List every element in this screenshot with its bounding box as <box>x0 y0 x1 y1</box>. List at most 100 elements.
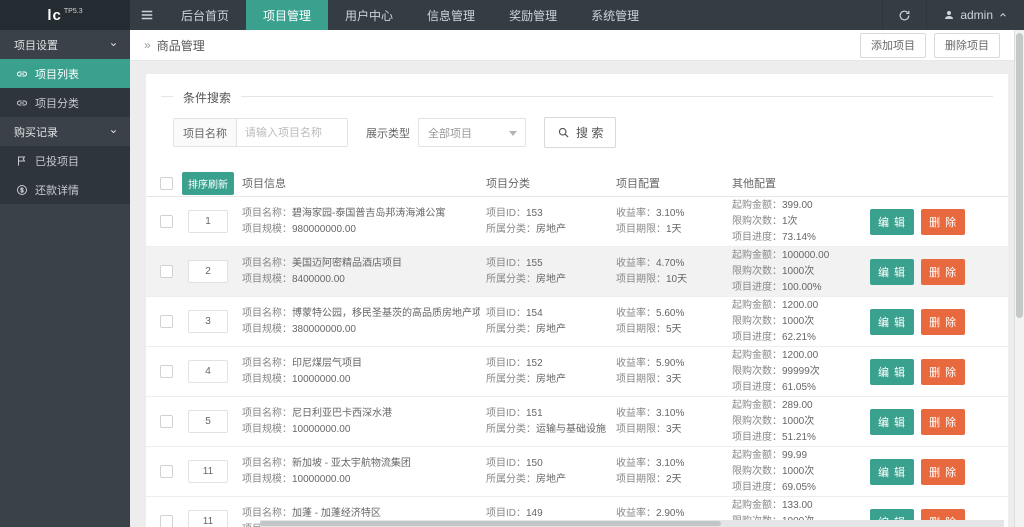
cell-actions: 编 辑 删 除 <box>870 258 966 285</box>
dropdown-arrow-icon <box>509 131 517 136</box>
delete-button[interactable]: 删 除 <box>921 408 966 435</box>
search-legend: 条件搜索 <box>173 89 242 106</box>
delete-button[interactable]: 删 除 <box>921 208 966 235</box>
cell-project-config: 收益率：5.90% 项目期限：3天 <box>616 357 685 385</box>
project-name-label: 项目名称 <box>174 119 237 146</box>
delete-project-button[interactable]: 删除项目 <box>934 32 1000 58</box>
nav-item-system-management[interactable]: 系统管理 <box>574 0 656 30</box>
cell-actions: 编 辑 删 除 <box>870 408 966 435</box>
edit-button[interactable]: 编 辑 <box>870 408 915 435</box>
sidebar-item-project-list[interactable]: 项目列表 <box>0 59 130 88</box>
cell-actions: 编 辑 删 除 <box>870 208 966 235</box>
cell-other-config: 起购金额：399.00 限购次数：1次 项目进度：73.14% <box>732 199 816 243</box>
cell-project-category: 项目ID：152 所属分类：房地产 <box>486 357 566 385</box>
column-header-category: 项目分类 <box>486 178 530 190</box>
row-checkbox[interactable] <box>160 215 173 228</box>
logo-version: TP5.3 <box>63 7 83 15</box>
username: admin <box>960 8 993 22</box>
row-checkbox[interactable] <box>160 265 173 278</box>
row-checkbox[interactable] <box>160 515 173 527</box>
nav-item-user-center[interactable]: 用户中心 <box>328 0 410 30</box>
row-checkbox[interactable] <box>160 315 173 328</box>
nav-item-project-management[interactable]: 项目管理 <box>246 0 329 30</box>
sidebar-group-purchase-records[interactable]: 购买记录 <box>0 117 130 146</box>
sort-order-input[interactable] <box>188 410 228 433</box>
cell-project-config: 收益率：3.10% 项目期限：1天 <box>616 207 685 235</box>
display-type-label: 展示类型 <box>366 127 410 140</box>
top-navbar: lc TP5.3 后台首页 项目管理 用户中心 信息管理 奖励管理 系统管理 a… <box>0 0 1024 30</box>
project-name-input[interactable] <box>237 119 347 146</box>
breadcrumb-arrow: » <box>144 38 151 52</box>
sidebar-item-repayment-details[interactable]: 还款详情 <box>0 175 130 204</box>
delete-button[interactable]: 删 除 <box>921 458 966 485</box>
search-icon <box>558 127 569 138</box>
navbar-right: admin <box>882 0 1024 30</box>
cell-project-config: 收益率：5.60% 项目期限：5天 <box>616 307 685 335</box>
hamburger-icon[interactable] <box>130 0 164 30</box>
sidebar: 项目设置 项目列表 项目分类 购买记录 已投项目 还款详情 <box>0 30 130 527</box>
sort-order-input[interactable] <box>188 310 228 333</box>
nav-item-reward-management[interactable]: 奖励管理 <box>492 0 574 30</box>
delete-button[interactable]: 删 除 <box>921 308 966 335</box>
column-header-other: 其他配置 <box>732 178 776 190</box>
delete-button[interactable]: 删 除 <box>921 258 966 285</box>
project-name-group: 项目名称 <box>173 118 348 147</box>
sidebar-item-invested-projects[interactable]: 已投项目 <box>0 146 130 175</box>
sort-order-input[interactable] <box>188 510 228 527</box>
main-content: » 商品管理 添加项目 删除项目 条件搜索 项目名称 展示类型 全 <box>130 30 1014 527</box>
delete-button[interactable]: 删 除 <box>921 358 966 385</box>
cell-project-category: 项目ID：154 所属分类：房地产 <box>486 307 566 335</box>
cell-project-config: 收益率：4.70% 项目期限：10天 <box>616 257 688 285</box>
edit-button[interactable]: 编 辑 <box>870 258 915 285</box>
breadcrumb: » 商品管理 <box>144 37 205 54</box>
edit-button[interactable]: 编 辑 <box>870 208 915 235</box>
cell-other-config: 起购金额：100000.00 限购次数：1000次 项目进度：100.00% <box>732 249 830 293</box>
horizontal-scrollbar[interactable] <box>260 520 1004 527</box>
user-menu[interactable]: admin <box>926 0 1024 30</box>
cell-project-category: 项目ID：150 所属分类：房地产 <box>486 457 566 485</box>
search-form: 项目名称 展示类型 全部项目 搜 索 <box>173 117 1008 148</box>
column-header-config: 项目配置 <box>616 178 660 190</box>
vertical-scrollbar[interactable] <box>1014 30 1024 527</box>
row-checkbox[interactable] <box>160 415 173 428</box>
sort-order-input[interactable] <box>188 360 228 383</box>
chevron-down-icon <box>110 130 117 134</box>
cell-project-info: 项目名称：印尼煤层气项目 项目规模：10000000.00 <box>242 357 362 385</box>
table-body: 项目名称：碧海家园-泰国普吉岛邦涛海滩公寓 项目规模：980000000.00 … <box>146 197 1008 527</box>
refresh-icon[interactable] <box>882 0 926 30</box>
edit-button[interactable]: 编 辑 <box>870 308 915 335</box>
cell-project-info: 项目名称：博蒙特公园，移民圣基茨的高品质房地产项目 项目规模：380000000… <box>242 307 480 335</box>
flag-icon <box>18 156 26 165</box>
nav-item-info-management[interactable]: 信息管理 <box>410 0 492 30</box>
sort-order-input[interactable] <box>188 460 228 483</box>
nav-item-dashboard[interactable]: 后台首页 <box>164 0 246 30</box>
cell-project-config: 收益率：3.10% 项目期限：3天 <box>616 407 685 435</box>
sort-refresh-button[interactable]: 排序刷新 <box>182 171 234 195</box>
select-all-checkbox[interactable] <box>160 176 173 190</box>
row-checkbox[interactable] <box>160 365 173 378</box>
cell-project-info: 项目名称：新加坡 - 亚太宇航物流集团 项目规模：10000000.00 <box>242 457 411 485</box>
display-type-value: 全部项目 <box>428 127 472 140</box>
edit-button[interactable]: 编 辑 <box>870 458 915 485</box>
vertical-scrollbar-thumb[interactable] <box>1016 33 1023 318</box>
table-row: 项目名称：新加坡 - 亚太宇航物流集团 项目规模：10000000.00 项目I… <box>146 447 1008 497</box>
cell-actions: 编 辑 删 除 <box>870 308 966 335</box>
search-button[interactable]: 搜 索 <box>544 117 617 148</box>
row-checkbox[interactable] <box>160 465 173 478</box>
table-row: 项目名称：尼日利亚巴卡西深水港 项目规模：10000000.00 项目ID：15… <box>146 397 1008 447</box>
cell-other-config: 起购金额：289.00 限购次数：1000次 项目进度：51.21% <box>732 399 816 443</box>
logo-text: lc <box>47 6 62 24</box>
cell-project-info: 项目名称：尼日利亚巴卡西深水港 项目规模：10000000.00 <box>242 407 392 435</box>
table-row: 项目名称：美国迈阿密精品酒店项目 项目规模：8400000.00 项目ID：15… <box>146 247 1008 297</box>
edit-button[interactable]: 编 辑 <box>870 358 915 385</box>
horizontal-scrollbar-thumb[interactable] <box>260 521 722 526</box>
app-logo[interactable]: lc TP5.3 <box>0 0 130 30</box>
cell-project-info: 项目名称：美国迈阿密精品酒店项目 项目规模：8400000.00 <box>242 257 402 285</box>
link-icon <box>17 100 27 105</box>
sort-order-input[interactable] <box>188 210 228 233</box>
sidebar-item-project-category[interactable]: 项目分类 <box>0 88 130 117</box>
sort-order-input[interactable] <box>188 260 228 283</box>
display-type-select[interactable]: 全部项目 <box>418 118 526 147</box>
add-project-button[interactable]: 添加项目 <box>860 32 926 58</box>
sidebar-group-project-settings[interactable]: 项目设置 <box>0 30 130 59</box>
